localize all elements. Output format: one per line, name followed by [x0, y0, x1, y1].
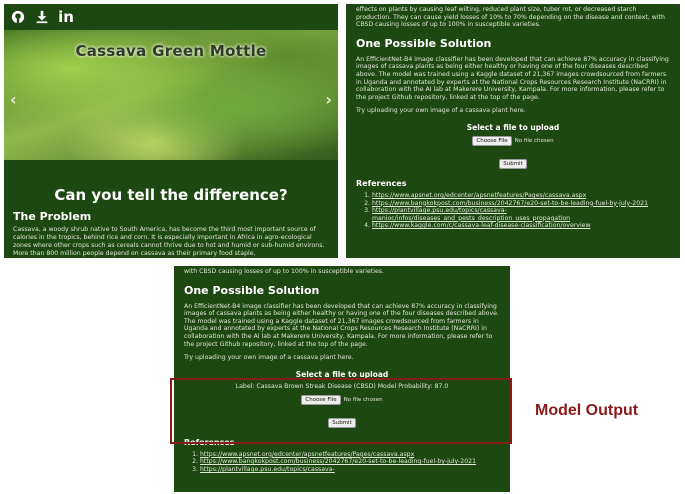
- references-list: https://www.apsnet.org/edcenter/apsnetfe…: [184, 451, 500, 474]
- model-output-highlight-box: [170, 378, 512, 444]
- carousel-next-arrow-icon[interactable]: ›: [325, 90, 332, 109]
- carousel-caption: Cassava Green Mottle: [75, 42, 267, 60]
- reference-link[interactable]: https://plantvillage.psu.edu/topics/cass…: [372, 207, 570, 222]
- right-screenshot-panel: effects on plants by causing leaf wiltin…: [346, 4, 680, 258]
- references-heading: References: [356, 178, 407, 188]
- file-input: Choose File No file chosen: [356, 135, 670, 146]
- choose-file-button[interactable]: Choose File: [472, 135, 512, 146]
- download-icon[interactable]: [34, 9, 50, 25]
- reference-link[interactable]: https://www.apsnet.org/edcenter/apsnetfe…: [200, 451, 414, 458]
- references-list: https://www.apsnet.org/edcenter/apsnetfe…: [356, 192, 670, 230]
- no-file-text: No file chosen: [514, 137, 554, 144]
- top-icon-bar: in: [4, 4, 338, 30]
- reference-link[interactable]: https://www.bangkokpost.com/business/204…: [372, 200, 648, 207]
- solution-text: An EfficientNet-B4 image classifier has …: [356, 55, 669, 101]
- reference-item: https://plantvillage.psu.edu/topics/cass…: [200, 466, 500, 474]
- solution-text: An EfficientNet-B4 image classifier has …: [184, 302, 499, 348]
- reference-item: https://plantvillage.psu.edu/topics/cass…: [372, 207, 670, 222]
- question-heading: Can you tell the difference?: [54, 186, 288, 204]
- reference-link[interactable]: https://www.kaggle.com/c/cassava-leaf-di…: [372, 222, 591, 229]
- submit-button[interactable]: Submit: [499, 158, 527, 169]
- problem-heading: The Problem: [13, 210, 92, 223]
- carousel-prev-arrow-icon[interactable]: ‹: [10, 90, 17, 109]
- hero-carousel-image: Cassava Green Mottle ‹ ›: [4, 30, 338, 160]
- solution-heading: One Possible Solution: [184, 283, 320, 297]
- try-upload-text: Try uploading your own image of a cassav…: [356, 107, 526, 115]
- github-icon[interactable]: [10, 9, 26, 25]
- reference-item: https://www.bangkokpost.com/business/204…: [200, 458, 500, 466]
- model-output-label: Model Output: [535, 402, 639, 419]
- reference-item: https://www.bangkokpost.com/business/204…: [372, 200, 670, 208]
- linkedin-icon[interactable]: in: [58, 8, 74, 26]
- reference-link[interactable]: https://www.bangkokpost.com/business/204…: [200, 458, 476, 465]
- disease-effects-text: with CBSD causing losses of up to 100% i…: [184, 268, 384, 275]
- reference-item: https://www.kaggle.com/c/cassava-leaf-di…: [372, 222, 670, 230]
- reference-item: https://www.apsnet.org/edcenter/apsnetfe…: [372, 192, 670, 200]
- disease-effects-text: effects on plants by causing leaf wiltin…: [356, 6, 665, 29]
- left-screenshot-panel: in Cassava Green Mottle ‹ › Can you tell…: [4, 4, 338, 258]
- upload-heading: Select a file to upload: [466, 122, 560, 132]
- reference-link[interactable]: https://plantvillage.psu.edu/topics/cass…: [200, 466, 335, 473]
- solution-heading: One Possible Solution: [356, 36, 492, 50]
- try-upload-text: Try uploading your own image of a cassav…: [184, 354, 354, 362]
- reference-item: https://www.apsnet.org/edcenter/apsnetfe…: [200, 451, 500, 459]
- problem-text: Cassava, a woody shrub native to South A…: [13, 226, 325, 257]
- reference-link[interactable]: https://www.apsnet.org/edcenter/apsnetfe…: [372, 192, 586, 199]
